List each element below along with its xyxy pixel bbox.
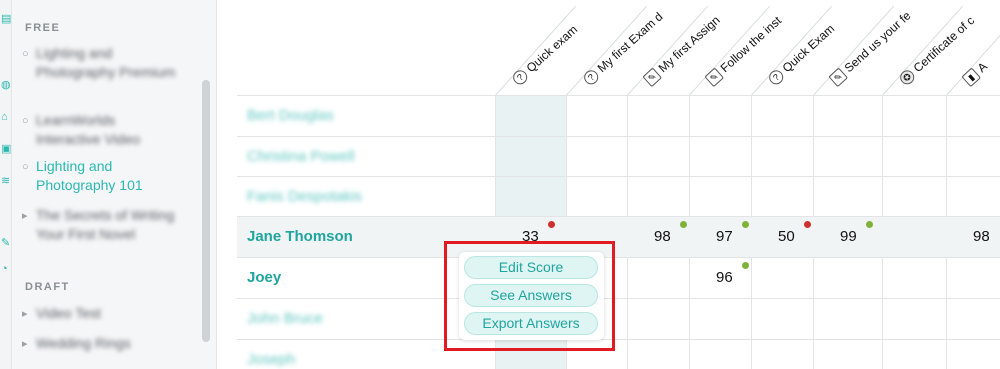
sidebar-course-item[interactable]: ▸ Video Test [22,304,182,323]
student-row[interactable]: Fanis Despotakis [237,176,1000,217]
sidebar-course-item[interactable]: ▸ Wedding Rings [22,334,182,353]
pass-status-dot [866,221,873,228]
sidebar-course-label: Lighting and Photography 101 [36,158,143,193]
student-name-link[interactable]: Fanis Despotakis [247,188,362,205]
score-cell[interactable]: 97 [716,228,733,245]
pass-status-dot [742,221,749,228]
student-row[interactable]: Joseph [237,339,1000,369]
section-heading-draft: DRAFT [25,281,70,293]
course-sidebar: FREE ○ Lighting and Photography Premium … [12,0,217,369]
sidebar-course-label: Wedding Rings [36,335,131,351]
score-cell[interactable]: 99 [840,228,857,245]
student-name-link[interactable]: Joey [247,269,281,286]
score-cell[interactable]: 98 [973,228,990,245]
sidebar-course-label: Video Test [36,305,101,321]
bullet-icon: ○ [22,161,29,173]
sidebar-scrollbar[interactable] [202,80,210,342]
edit-square-icon: ✎ [642,67,663,88]
sidebar-course-label: LearnWorlds Interactive Video [36,112,141,147]
score-cell[interactable]: 96 [716,269,733,286]
bullet-icon: ▸ [22,210,28,222]
sidebar-course-item[interactable]: ○ LearnWorlds Interactive Video [22,111,182,148]
sidebar-course-label: Lighting and Photography Premium [36,45,176,80]
bar-chart-icon: ▮ [961,67,982,88]
sidebar-course-item[interactable]: ○ Lighting and Photography Premium [22,44,182,81]
student-row[interactable]: Bert Douglas [237,95,1000,136]
score-action-menu: Edit Score See Answers Export Answers [459,252,604,340]
question-circle-icon: ? [510,67,531,88]
section-heading-free: FREE [25,22,61,34]
award-icon: ✪ [897,67,918,88]
fail-status-dot [548,221,555,228]
column-title: Certificate of c [910,13,978,76]
student-name-link[interactable]: Christina Powell [247,148,355,165]
student-row[interactable]: Christina Powell [237,136,1000,177]
pass-status-dot [742,262,749,269]
question-circle-icon: ? [581,67,602,88]
sidebar-course-item[interactable]: ▸ The Secrets of Writing Your First Nove… [22,206,182,243]
user-icon[interactable]: ◔ [1,262,11,276]
student-name-link[interactable]: John Bruce [247,310,323,327]
see-answers-button[interactable]: See Answers [464,284,598,307]
score-cell[interactable]: 50 [778,228,795,245]
gradebook-screen: ▤ ◍ ⌂ ▣ ≋ ✎ ◔ FREE ○ Lighting and Photog… [0,0,1000,369]
bullet-icon: ○ [22,48,29,60]
pen-icon[interactable]: ✎ [1,236,11,250]
fail-status-dot [804,221,811,228]
edit-score-button[interactable]: Edit Score [464,256,598,279]
gradebook-grid: ? Quick exam? My first Exam d ✎ My first Ass… [217,0,1000,369]
student-name-link[interactable]: Joseph [247,351,295,368]
score-cell[interactable]: 33 [522,228,539,245]
bullet-icon: ○ [22,115,29,127]
student-row[interactable]: Jane Thomson [237,216,1000,257]
calendar-icon[interactable]: ▤ [1,12,11,26]
export-answers-button[interactable]: Export Answers [464,312,598,335]
rss-icon[interactable]: ≋ [1,174,11,188]
question-circle-icon: ? [766,67,787,88]
student-name-link[interactable]: Jane Thomson [247,228,353,245]
student-row[interactable]: Joey [237,257,1000,298]
lock-icon[interactable]: ▣ [1,142,11,156]
home-icon[interactable]: ⌂ [1,110,11,124]
bullet-icon: ▸ [22,338,28,350]
student-row[interactable]: John Bruce [237,298,1000,339]
score-cell[interactable]: 98 [654,228,671,245]
edit-square-icon: ✎ [828,67,849,88]
sidebar-course-item-active[interactable]: ○ Lighting and Photography 101 [22,157,182,194]
bullet-icon: ▸ [22,308,28,320]
pass-status-dot [680,221,687,228]
edit-square-icon: ✎ [704,67,725,88]
nav-icon-strip: ▤ ◍ ⌂ ▣ ≋ ✎ ◔ [0,0,12,369]
sidebar-course-label: The Secrets of Writing Your First Novel [36,207,175,242]
student-name-link[interactable]: Bert Douglas [247,107,334,124]
globe-icon[interactable]: ◍ [1,78,11,92]
